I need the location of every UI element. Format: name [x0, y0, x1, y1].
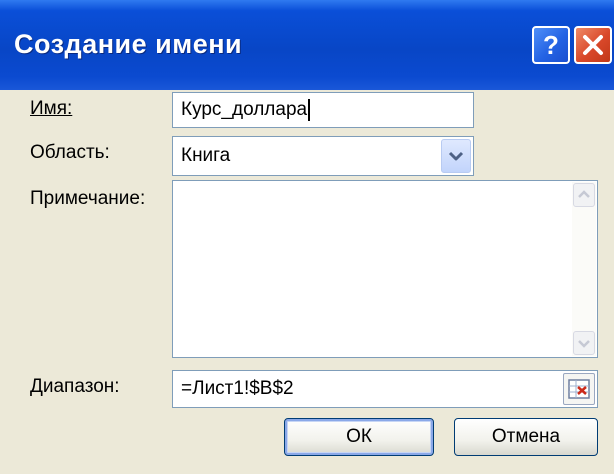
scope-label: Область:	[30, 142, 110, 163]
chevron-down-icon	[578, 340, 590, 348]
name-label: Имя:	[30, 98, 73, 119]
comment-scrollbar[interactable]	[572, 182, 596, 356]
chevron-down-icon	[448, 151, 464, 161]
svg-text:?: ?	[543, 30, 559, 60]
cancel-button[interactable]: Отмена	[454, 418, 598, 456]
close-icon	[583, 35, 603, 55]
collapse-dialog-button[interactable]	[563, 373, 595, 405]
comment-label: Примечание:	[30, 188, 146, 209]
scroll-down-button[interactable]	[573, 331, 595, 355]
help-button[interactable]: ?	[532, 26, 570, 64]
name-input[interactable]: Курс_доллара	[172, 92, 474, 128]
chevron-up-icon	[578, 190, 590, 198]
create-name-dialog: Создание имени ? Имя: Курс_доллара Облас…	[0, 0, 614, 474]
ok-button[interactable]: ОК	[284, 418, 434, 456]
scope-dropdown[interactable]: Книга	[172, 136, 474, 176]
name-input-value: Курс_доллара	[181, 99, 308, 121]
comment-textarea[interactable]	[172, 180, 598, 358]
range-input[interactable]: =Лист1!$B$2	[172, 370, 598, 408]
scope-dropdown-value: Книга	[181, 145, 231, 166]
close-button[interactable]	[574, 26, 612, 64]
dialog-title: Создание имени	[14, 29, 243, 59]
range-label: Диапазон:	[30, 376, 120, 397]
text-caret	[308, 98, 311, 121]
collapse-dialog-icon	[568, 379, 590, 399]
help-icon: ?	[543, 30, 559, 60]
range-input-value: =Лист1!$B$2	[181, 378, 294, 399]
scroll-up-button[interactable]	[573, 183, 595, 207]
dropdown-arrow-button[interactable]	[441, 139, 471, 173]
title-bar[interactable]: Создание имени ?	[0, 0, 614, 90]
